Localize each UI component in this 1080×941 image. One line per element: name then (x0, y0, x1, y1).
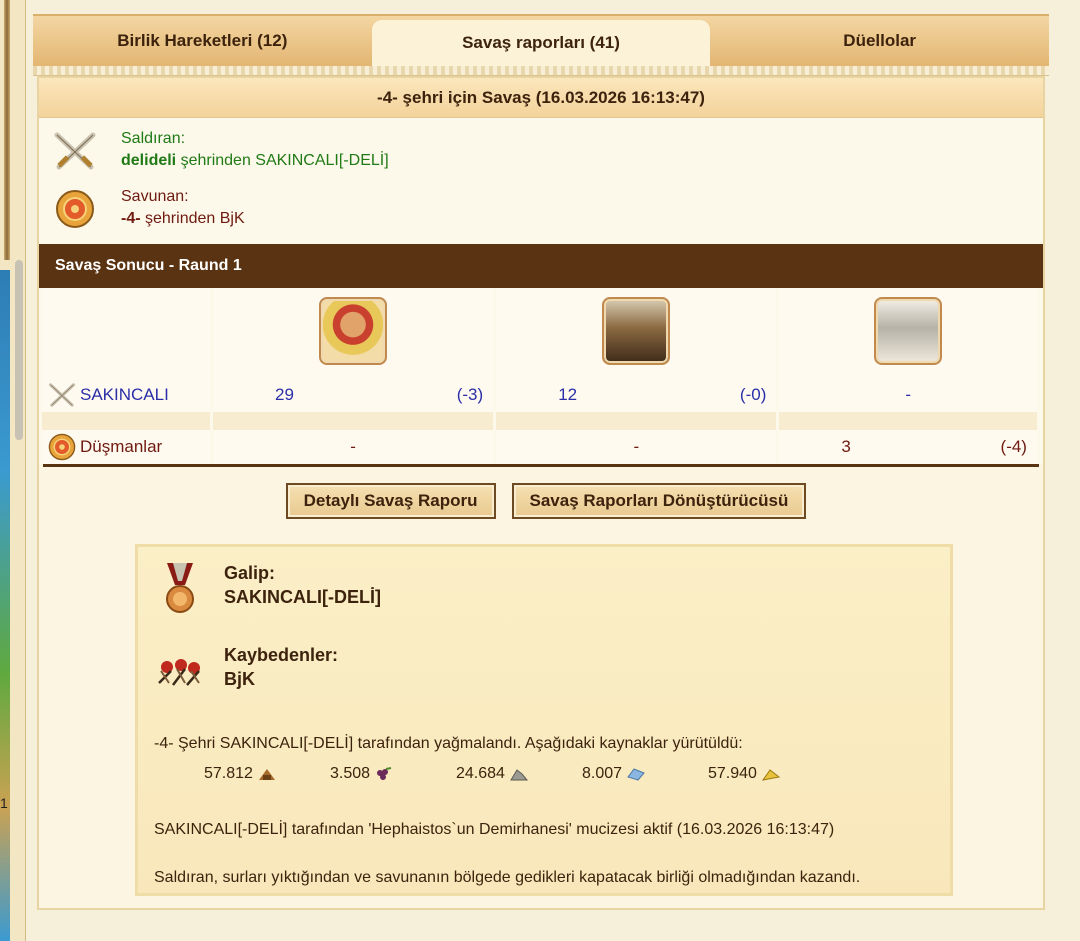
tab-battle-reports[interactable]: Savaş raporları (41) (371, 20, 711, 66)
report-title: -4- şehri için Savaş (16.03.2026 16:13:4… (39, 78, 1043, 118)
loser-label: Kaybedenler: (224, 645, 339, 665)
tab-border-pattern (33, 66, 1049, 76)
detailed-report-button[interactable]: Detaylı Savaş Raporu (285, 483, 496, 519)
victory-reason-text: Saldıran, surları yıktığından ve savunan… (154, 869, 861, 886)
resource-sulphur: 57.940 (708, 765, 834, 783)
map-background (0, 270, 10, 941)
shield-icon (44, 432, 80, 462)
crystal-icon (626, 767, 646, 781)
shield-icon (47, 184, 103, 234)
resource-marble: 24.684 (456, 765, 582, 783)
unit-count: - (905, 385, 912, 404)
left-map-strip: 1 (0, 0, 26, 941)
winner-section: Galip: SAKINCALI[-DELİ] (154, 561, 934, 617)
unit-loss: (-3) (456, 385, 484, 404)
scrollbar-thumb[interactable] (15, 260, 23, 440)
hoplite-unit-icon[interactable] (319, 296, 388, 365)
attacker-info: Saldıran: delideli şehrinden SAKINCALI[-… (47, 126, 1035, 184)
marble-icon (509, 767, 529, 781)
attacker-name: SAKINCALI (80, 385, 169, 404)
attacker-city-link[interactable]: delideli (121, 152, 176, 169)
participants: Saldıran: delideli şehrinden SAKINCALI[-… (39, 118, 1043, 244)
report-converter-button[interactable]: Savaş Raporları Dönüştürücüsü (511, 483, 807, 519)
grapes-icon (374, 767, 394, 781)
winner-name: SAKINCALI[-DELİ] (224, 587, 381, 607)
action-buttons: Detaylı Savaş Raporu Savaş Raporları Dön… (39, 467, 1043, 519)
tab-troop-movements[interactable]: Birlik Hareketleri (12) (33, 16, 372, 66)
loot-resources: 57.812 3.508 24.684 8.007 57.940 (154, 765, 934, 783)
defender-player: şehrinden BjK (140, 210, 245, 227)
unit-count: - (633, 437, 640, 456)
tab-bar: Birlik Hareketleri (12) Savaş raporları … (33, 14, 1049, 66)
unit-loss: (-0) (739, 385, 767, 404)
defender-city-link[interactable]: -4- (121, 210, 141, 227)
loser-name: BjK (224, 669, 255, 689)
defender-info: Savunan: -4- şehrinden BjK (47, 184, 1035, 242)
catapult-unit-icon[interactable] (602, 296, 671, 365)
map-marker-text: 1 (0, 795, 8, 811)
unit-table: SAKINCALI 29 (-3) 12 (-0) - Düşmanlar - … (39, 288, 1043, 464)
window-frame (4, 0, 10, 260)
resource-wine: 3.508 (330, 765, 456, 783)
unit-count: 12 (558, 385, 578, 404)
table-row: Düşmanlar - - 3 (-4) (42, 430, 1040, 464)
defender-line: -4- şehrinden BjK (121, 208, 245, 230)
unit-count: 3 (841, 437, 851, 456)
city-wall-icon[interactable] (874, 296, 943, 365)
resource-crystal: 8.007 (582, 765, 708, 783)
attacker-label: Saldıran: (121, 130, 186, 147)
battle-result-header: Savaş Sonucu - Raund 1 (39, 244, 1043, 288)
crossed-swords-icon (44, 380, 80, 410)
medal-icon (154, 561, 206, 617)
wood-icon (257, 767, 277, 781)
defender-name: Düşmanlar (80, 437, 163, 456)
tab-duels[interactable]: Düellolar (710, 16, 1049, 66)
resource-amount: 57.940 (708, 765, 757, 782)
loser-section: Kaybedenler: BjK (154, 643, 934, 699)
battle-summary: Galip: SAKINCALI[-DELİ] Kaybedenler: BjK… (135, 544, 953, 896)
wonder-active-text: SAKINCALI[-DELİ] tarafından 'Hephaistos`… (154, 821, 835, 838)
unit-header-row (42, 288, 1040, 378)
defender-label: Savunan: (121, 188, 189, 205)
resource-amount: 8.007 (582, 765, 623, 782)
crossed-swords-icon (47, 126, 103, 176)
unit-loss: (-4) (1000, 437, 1027, 456)
sulphur-icon (761, 767, 781, 781)
resource-amount: 57.812 (204, 765, 253, 782)
attacker-player: şehrinden SAKINCALI[-DELİ] (176, 152, 389, 169)
attacker-line: delideli şehrinden SAKINCALI[-DELİ] (121, 150, 389, 172)
table-row: SAKINCALI 29 (-3) 12 (-0) - (42, 378, 1040, 412)
unit-count: 29 (275, 385, 294, 404)
fallen-soldiers-icon (154, 643, 206, 699)
resource-amount: 3.508 (330, 765, 371, 782)
resource-amount: 24.684 (456, 765, 505, 782)
battle-report-window: Birlik Hareketleri (12) Savaş raporları … (33, 14, 1049, 914)
loot-description: -4- Şehri SAKINCALI[-DELİ] tarafından ya… (154, 735, 743, 752)
resource-wood: 57.812 (204, 765, 330, 783)
report-panel: -4- şehri için Savaş (16.03.2026 16:13:4… (37, 76, 1045, 910)
unit-count: - (350, 437, 356, 456)
winner-label: Galip: (224, 563, 276, 583)
